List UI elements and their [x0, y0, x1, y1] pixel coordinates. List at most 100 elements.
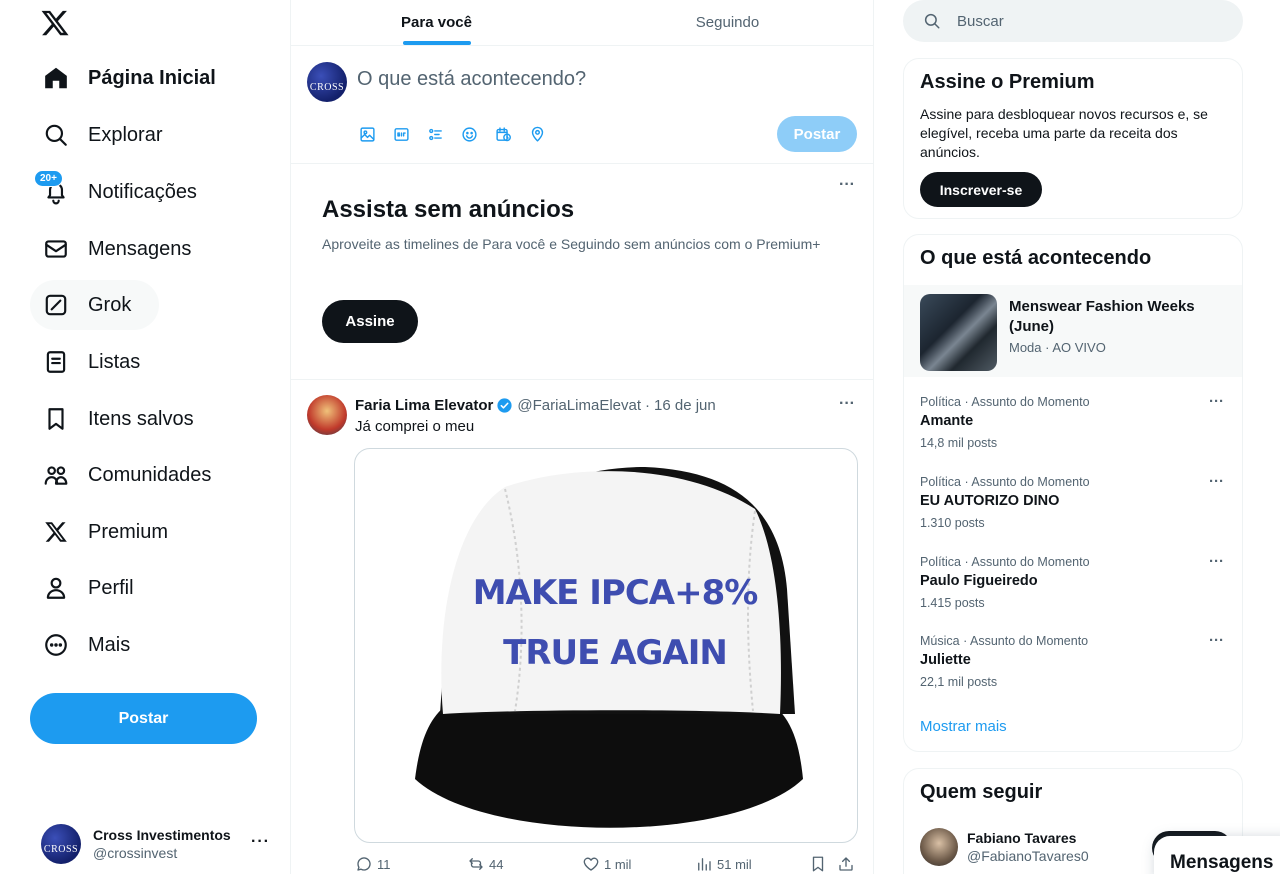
composer-post-button[interactable]: Postar: [777, 116, 857, 152]
share-icon: [839, 857, 853, 871]
featured-trend-meta: Moda · AO VIVO: [1009, 340, 1106, 355]
trend-item[interactable]: Música · Assunto do Momento Juliette 22,…: [904, 632, 1242, 712]
nav-item-more[interactable]: Mais: [30, 620, 142, 670]
trend-item[interactable]: Política · Assunto do Momento EU AUTORIZ…: [904, 473, 1242, 553]
nav-label: Mais: [88, 633, 131, 656]
envelope-icon: [42, 235, 70, 263]
tweet-text: Já comprei o meu: [355, 418, 475, 435]
follow-info: Fabiano Tavares @FabianoTavares0: [967, 830, 1089, 864]
nav-label: Premium: [88, 520, 169, 543]
promo-title: Assista sem anúncios: [322, 196, 575, 223]
more-dots-icon[interactable]: ···: [251, 833, 270, 851]
nav-item-messages[interactable]: Mensagens: [30, 224, 203, 274]
main-timeline: Para você Seguindo CROSS O que está acon…: [290, 0, 874, 874]
more-circle-icon: [42, 631, 70, 659]
post-composer: CROSS O que está acontecendo? Postar: [291, 46, 873, 164]
nav-item-lists[interactable]: Listas: [30, 337, 152, 387]
tweet-author-handle[interactable]: @FariaLimaElevat: [517, 397, 641, 414]
home-icon: [42, 64, 70, 92]
tab-following[interactable]: Seguindo: [582, 0, 873, 45]
more-dots-icon[interactable]: ···: [1209, 632, 1224, 649]
grok-icon: [42, 291, 70, 319]
trend-item[interactable]: Política · Assunto do Momento Paulo Figu…: [904, 553, 1242, 633]
promo-text: Aproveite as timelines de Para você e Se…: [322, 236, 821, 252]
tab-for-you[interactable]: Para você: [291, 0, 582, 45]
nav-label: Grok: [88, 293, 132, 316]
trend-count: 1.415 posts: [920, 596, 985, 610]
poll-icon[interactable]: [425, 124, 445, 144]
search-input[interactable]: [957, 12, 1217, 30]
follow-handle: @FabianoTavares0: [967, 848, 1089, 864]
timeline-tabs: Para você Seguindo: [291, 0, 873, 46]
trend-count: 14,8 mil posts: [920, 436, 998, 450]
trend-name: Amante: [920, 413, 974, 429]
tweet-author-name[interactable]: Faria Lima Elevator: [355, 397, 493, 414]
premium-card-text: Assine para desbloquear novos recursos e…: [920, 106, 1208, 160]
notification-badge: 20+: [34, 170, 63, 187]
nav-item-notifications[interactable]: 20+ Notificações: [30, 167, 209, 217]
nav-item-grok[interactable]: Grok: [30, 280, 160, 330]
cap-text-line2: TRUE AGAIN: [503, 633, 727, 673]
nav-item-home[interactable]: Página Inicial: [30, 53, 228, 103]
profile-icon: [42, 574, 70, 602]
left-sidebar: Página Inicial Explorar 20+ Notificações…: [0, 0, 290, 874]
subscribe-premium-button[interactable]: Inscrever-se: [920, 172, 1042, 207]
featured-trend[interactable]: Menswear Fashion Weeks (June) Moda · AO …: [904, 285, 1242, 377]
tweet-image[interactable]: MAKE IPCA+8% TRUE AGAIN: [354, 448, 858, 843]
more-dots-icon[interactable]: ···: [1209, 393, 1224, 410]
messages-drawer[interactable]: Mensagens: [1154, 836, 1280, 874]
x-logo-icon[interactable]: [40, 8, 70, 38]
bookmark-button[interactable]: [809, 855, 831, 873]
reply-button[interactable]: 11: [355, 855, 391, 873]
avatar[interactable]: [920, 828, 958, 866]
communities-icon: [42, 461, 70, 489]
tweet-actions: 11 44 1 mil 51 mil: [355, 853, 855, 874]
search-box[interactable]: [903, 0, 1243, 42]
nav-item-explore[interactable]: Explorar: [30, 110, 174, 160]
trend-name: Paulo Figueiredo: [920, 573, 1038, 589]
location-icon[interactable]: [527, 124, 547, 144]
more-dots-icon[interactable]: ···: [1209, 553, 1224, 570]
trend-count: 22,1 mil posts: [920, 675, 998, 689]
gif-icon[interactable]: [391, 124, 411, 144]
nav-item-profile[interactable]: Perfil: [30, 563, 146, 613]
account-switcher[interactable]: CROSS Cross Investimentos @crossinvest ·…: [30, 815, 280, 873]
tweet[interactable]: Faria Lima Elevator @FariaLimaElevat · 1…: [291, 380, 873, 874]
nav-label: Explorar: [88, 123, 163, 146]
post-button[interactable]: Postar: [30, 693, 257, 744]
trend-item[interactable]: Política · Assunto do Momento Amante 14,…: [904, 393, 1242, 473]
more-dots-icon[interactable]: ···: [839, 395, 855, 413]
nav-label: Mensagens: [88, 237, 192, 260]
who-to-follow-title: Quem seguir: [920, 781, 1043, 803]
tweet-header: Faria Lima Elevator @FariaLimaElevat · 1…: [355, 397, 716, 414]
nav-item-communities[interactable]: Comunidades: [30, 450, 223, 500]
views-button[interactable]: 51 mil: [695, 855, 752, 873]
tweet-date[interactable]: 16 de jun: [654, 397, 716, 414]
repost-button[interactable]: 44: [467, 855, 503, 873]
like-button[interactable]: 1 mil: [582, 855, 631, 873]
follow-suggestion[interactable]: Fabiano Tavares @FabianoTavares0: [920, 828, 1089, 866]
nav-label: Perfil: [88, 576, 134, 599]
repost-count: 44: [489, 856, 504, 872]
subscribe-button[interactable]: Assine: [322, 300, 418, 343]
more-dots-icon[interactable]: ···: [839, 176, 855, 194]
composer-input[interactable]: O que está acontecendo?: [357, 68, 586, 91]
avatar[interactable]: CROSS: [307, 62, 347, 102]
cap-text-line1: MAKE IPCA+8%: [473, 573, 758, 613]
avatar-text: CROSS: [43, 844, 79, 855]
avatar[interactable]: [307, 395, 347, 435]
nav-item-bookmarks[interactable]: Itens salvos: [30, 394, 206, 444]
share-button[interactable]: [837, 855, 859, 873]
right-sidebar: Assine o Premium Assine para desbloquear…: [903, 0, 1243, 874]
emoji-icon[interactable]: [459, 124, 479, 144]
featured-trend-image: [920, 294, 997, 371]
image-icon[interactable]: [357, 124, 377, 144]
search-icon: [42, 121, 70, 149]
follow-name: Fabiano Tavares: [967, 830, 1077, 846]
like-count: 1 mil: [604, 856, 632, 872]
nav-item-premium[interactable]: Premium: [30, 507, 180, 557]
show-more-link[interactable]: Mostrar mais: [920, 718, 1007, 735]
more-dots-icon[interactable]: ···: [1209, 473, 1224, 490]
schedule-icon[interactable]: [493, 124, 513, 144]
account-handle: @crossinvest: [93, 845, 178, 861]
